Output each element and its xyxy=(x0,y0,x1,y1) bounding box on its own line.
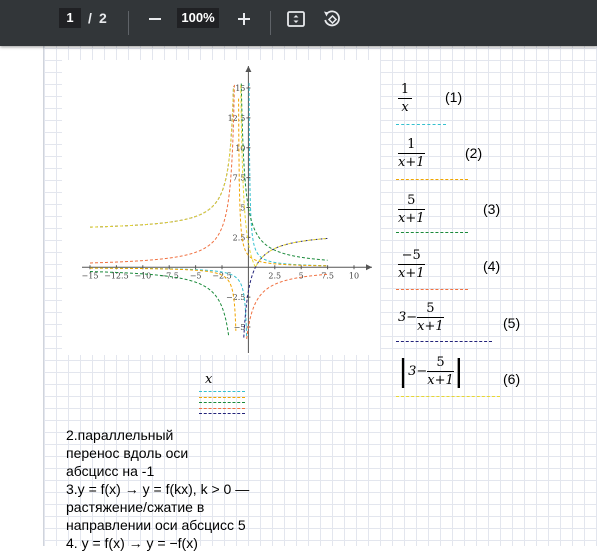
equation-number: (4) xyxy=(483,258,501,274)
rotate-icon xyxy=(324,10,340,27)
equation-denominator: x+1 xyxy=(398,266,425,281)
page-separator: / xyxy=(88,10,92,26)
page-total: 2 xyxy=(99,10,107,26)
equation-4: −5 x+1 xyxy=(398,248,425,281)
x-tick-label: 7.5 xyxy=(321,271,334,280)
function-curve xyxy=(240,85,328,269)
note-line: направлении оси абсцисс 5 xyxy=(66,517,246,533)
equation-number: (6) xyxy=(503,371,521,387)
equation-number: (2) xyxy=(465,145,483,161)
function-curve xyxy=(248,83,328,267)
equation-6: |3− 5 x+1 | xyxy=(398,353,464,389)
function-curve xyxy=(89,86,234,228)
equation-numerator: 1 xyxy=(407,137,416,152)
equation-3: 5 x+1 xyxy=(398,193,425,226)
x-tick-label: −5 xyxy=(190,271,202,280)
equation-prefix: 3− xyxy=(398,310,418,325)
rotate-button[interactable] xyxy=(321,8,343,30)
equation-numerator: −5 xyxy=(401,248,421,263)
legend-line xyxy=(199,413,245,414)
minus-icon xyxy=(149,18,161,20)
zoom-out-button[interactable] xyxy=(145,9,165,29)
equation-1: 1 x xyxy=(398,82,412,115)
plus-icon xyxy=(238,13,250,25)
equation-denominator: x+1 xyxy=(398,155,425,170)
notes-text: 2.параллельный перенос вдоль оси абсцисс… xyxy=(66,426,306,552)
y-axis-arrow xyxy=(245,66,252,72)
function-curve xyxy=(246,273,328,339)
function-curve xyxy=(240,83,328,261)
legend-label: x xyxy=(205,372,213,387)
toolbar-divider xyxy=(270,11,271,35)
equation-color-line xyxy=(396,232,468,233)
function-plot: −15 −12.5 −10 −7.5 −5 −2.5 2.5 5 7.5 10 −5 −2.5 2.5 5… xyxy=(62,60,380,355)
x-tick-label: 5 xyxy=(299,271,304,280)
equation-color-line xyxy=(396,396,500,397)
y-tick-label: 15 xyxy=(235,84,245,93)
y-tick-label: 12.5 xyxy=(228,114,246,123)
plot-canvas: −15 −12.5 −10 −7.5 −5 −2.5 2.5 5 7.5 10−5−2.52.55… xyxy=(82,66,372,353)
equation-denominator: x+1 xyxy=(427,373,454,388)
equation-numerator: 5 xyxy=(426,301,435,316)
legend-line xyxy=(199,402,245,403)
y-tick-label: −2.5 xyxy=(226,293,245,302)
x-tick-label: −15 xyxy=(82,271,99,280)
equation-5: 3− 5 x+1 xyxy=(398,301,444,334)
function-curve xyxy=(89,271,230,337)
equation-denominator: x+1 xyxy=(417,319,444,334)
equation-numerator: 5 xyxy=(436,355,445,370)
equation-numerator: 1 xyxy=(400,82,410,97)
legend-line xyxy=(199,396,245,398)
equation-color-line xyxy=(396,341,492,342)
function-curve xyxy=(238,98,328,267)
x-tick-label: 2.5 xyxy=(268,271,281,280)
zoom-level-input[interactable]: 100% xyxy=(177,8,219,28)
equation-number: (1) xyxy=(445,89,463,105)
equation-denominator: x+1 xyxy=(398,211,425,226)
legend-line xyxy=(199,391,245,392)
equation-color-line xyxy=(396,179,468,180)
x-tick-label: 10 xyxy=(349,271,359,280)
y-tick-label: 2.5 xyxy=(233,233,246,242)
function-curve xyxy=(89,86,234,228)
equation-color-line xyxy=(396,124,446,125)
equation-number: (5) xyxy=(503,315,521,331)
equation-2: 1 x+1 xyxy=(398,137,425,170)
function-curve xyxy=(89,84,235,264)
equation-numerator: 5 xyxy=(407,193,416,208)
x-tick-label: −10 xyxy=(134,271,151,280)
note-line: 4. y = f(x) → y = −f(x) xyxy=(66,535,198,551)
note-line: 2.параллельный xyxy=(66,427,174,443)
y-tick-label: 10 xyxy=(235,144,245,153)
fit-page-button[interactable] xyxy=(285,8,307,30)
legend-line xyxy=(199,407,245,409)
zoom-in-button[interactable] xyxy=(234,9,254,29)
page-number-input[interactable]: 1 xyxy=(59,8,81,28)
note-line: 3.y = f(x) → y = f(kx), k > 0 — xyxy=(66,481,250,497)
equation-color-line xyxy=(396,289,468,290)
pdf-toolbar: 1 / 2 100% xyxy=(0,0,597,46)
note-line: растяжение/сжатие в xyxy=(66,499,205,515)
toolbar-divider xyxy=(128,11,129,35)
equation-prefix: 3− xyxy=(408,364,428,379)
equation-denominator: x xyxy=(401,100,409,115)
fit-page-icon xyxy=(287,11,305,27)
note-line: перенос вдоль оси xyxy=(66,445,189,461)
equation-number: (3) xyxy=(483,201,501,217)
note-line: абсцисс на -1 xyxy=(66,463,155,479)
x-axis-arrow xyxy=(366,264,372,271)
function-curve xyxy=(243,237,328,338)
